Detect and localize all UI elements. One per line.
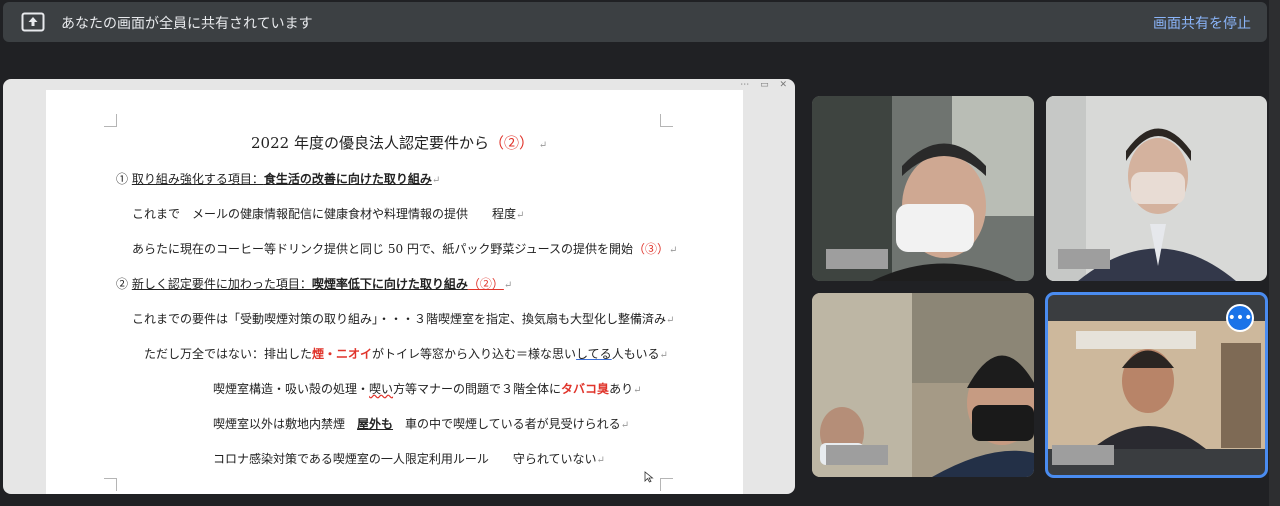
participant-name-bar (1058, 249, 1110, 269)
participant-tile[interactable] (812, 293, 1034, 477)
document-title: 2022 年度の優良法人認定要件から（②） ↵ (251, 134, 548, 152)
present-to-all-icon (21, 12, 45, 32)
participant-name-bar (826, 249, 888, 269)
sharing-status-text: あなたの画面が全員に共有されています (61, 16, 313, 32)
section-1-heading: ① 取り組み強化する項目：食生活の改善に向けた取り組み↵ (116, 172, 441, 186)
document-page: 2022 年度の優良法人認定要件から（②） ↵ ① 取り組み強化する項目：食生活… (46, 90, 743, 494)
body-line: 喫煙室以外は敷地内禁煙 屋外も 車の中で喫煙している者が見受けられる↵ (213, 417, 630, 431)
body-line: これまでの要件は「受動喫煙対策の取り組み」・・・３階喫煙室を指定、換気扇も大型化… (132, 312, 675, 326)
body-line: コロナ感染対策である喫煙室の一人限定利用ルール 守られていない↵ (213, 452, 605, 466)
body-line: これまで メールの健康情報配信に健康食材や料理情報の提供 程度↵ (132, 207, 525, 221)
participant-tile[interactable] (1046, 96, 1267, 281)
section-2-heading: ② 新しく認定要件に加わった項目：喫煙率低下に向けた取り組み（②）↵ (116, 277, 513, 291)
crop-mark (104, 478, 117, 491)
more-options-icon[interactable]: ••• (1226, 304, 1254, 332)
body-line: ただし万全ではない：排出した煙・ニオイがトイレ等窓から入り込む＝様な思いしてる人… (144, 347, 668, 361)
participant-tile[interactable] (812, 96, 1034, 281)
participant-name-bar (826, 445, 888, 465)
crop-mark (660, 114, 673, 127)
participant-name-bar (1052, 445, 1114, 465)
shared-screen-preview: ⋯ ▭ ✕ 2022 年度の優良法人認定要件から（②） ↵ ① 取り組み強化する… (3, 79, 795, 494)
body-line: 喫煙室構造・吸い殻の処理・喫い方等マナーの問題で３階全体にタバコ臭あり↵ (213, 382, 642, 396)
participant-tile-active-speaker[interactable]: ••• (1045, 292, 1268, 478)
screen-share-banner: あなたの画面が全員に共有されています 画面共有を停止 (3, 2, 1267, 42)
scrollbar[interactable] (1269, 0, 1280, 506)
crop-mark (104, 114, 117, 127)
stop-sharing-button[interactable]: 画面共有を停止 (1153, 13, 1251, 33)
body-line: あらたに現在のコーヒー等ドリンク提供と同じ 50 円で、紙パック野菜ジュースの提… (132, 242, 678, 256)
mouse-pointer-icon (644, 468, 654, 483)
window-controls: ⋯ ▭ ✕ (740, 80, 791, 90)
crop-mark (660, 478, 673, 491)
